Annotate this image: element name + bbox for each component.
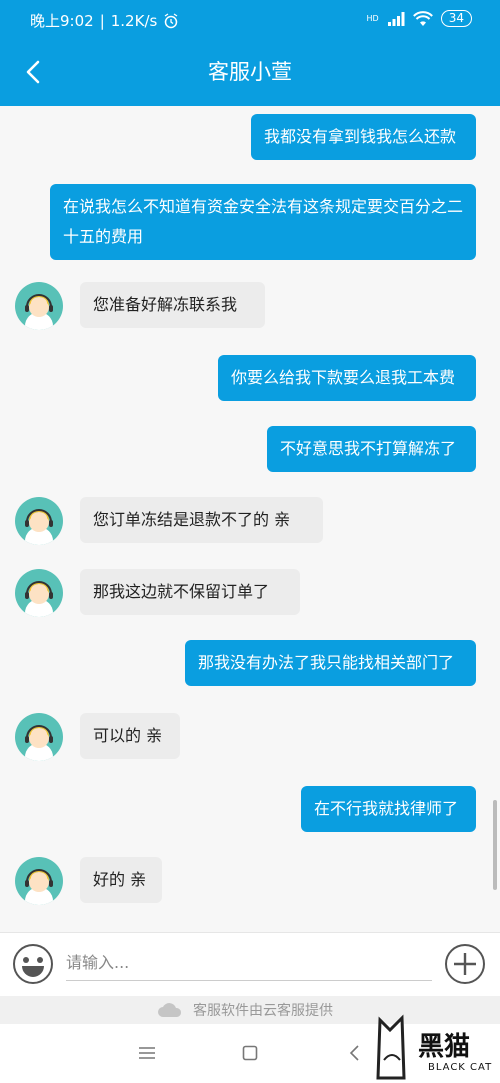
agent-avatar [15,857,63,905]
message-bubble: 可以的 亲 [80,713,180,759]
wifi-icon [412,10,433,26]
message-bubble: 您订单冻结是退款不了的 亲 [80,497,323,543]
agent-avatar-icon [25,509,53,545]
menu-icon[interactable] [138,1046,156,1060]
watermark-subtext: BLACK CAT [428,1062,493,1073]
message-bubble: 那我这边就不保留订单了 [80,569,300,615]
hd-label: HD [366,14,379,23]
message-bubble: 好的 亲 [80,857,162,903]
message-input[interactable]: 请输入... [66,946,432,981]
chat-title: 客服小萱 [208,60,292,84]
status-bar: 晚上9:02 | 1.2K/s HD 34 [0,0,500,38]
agent-avatar [15,282,63,330]
message-bubble: 你要么给我下款要么退我工本费 [218,355,476,401]
status-network-speed: 1.2K/s [110,11,158,30]
agent-avatar-icon [25,581,53,617]
cloud-icon [158,1003,182,1017]
watermark-text: 黑猫 [418,1032,471,1062]
chat-header: 客服小萱 [0,38,500,106]
cell-signal-icon [387,11,405,26]
message-bubble: 在说我怎么不知道有资金安全法有这条规定要交百分之二十五的费用 [50,184,476,260]
agent-avatar-icon [25,725,53,761]
input-bar: 请输入... [0,932,500,997]
message-bubble: 不好意思我不打算解冻了 [267,426,476,472]
plus-icon[interactable] [444,943,486,985]
agent-avatar [15,569,63,617]
scrollbar[interactable] [493,800,497,890]
agent-avatar [15,497,63,545]
message-bubble: 您准备好解冻联系我 [80,282,265,328]
footer-text: 客服软件由云客服提供 [193,1003,333,1019]
emoji-icon[interactable] [12,943,54,985]
agent-avatar [15,713,63,761]
agent-avatar-icon [25,869,53,905]
message-list[interactable]: 我都没有拿到钱我怎么还款 在说我怎么不知道有资金安全法有这条规定要交百分之二十五… [0,106,500,932]
message-bubble: 那我没有办法了我只能找相关部门了 [185,640,476,686]
home-icon[interactable] [242,1045,258,1061]
alarm-icon [164,12,178,28]
battery-indicator: 34 [440,10,472,27]
agent-avatar-icon [25,294,53,330]
message-bubble: 我都没有拿到钱我怎么还款 [251,114,476,160]
message-bubble: 在不行我就找律师了 [301,786,476,832]
status-time: 晚上9:02 [30,12,94,30]
back-icon[interactable] [348,1044,360,1062]
